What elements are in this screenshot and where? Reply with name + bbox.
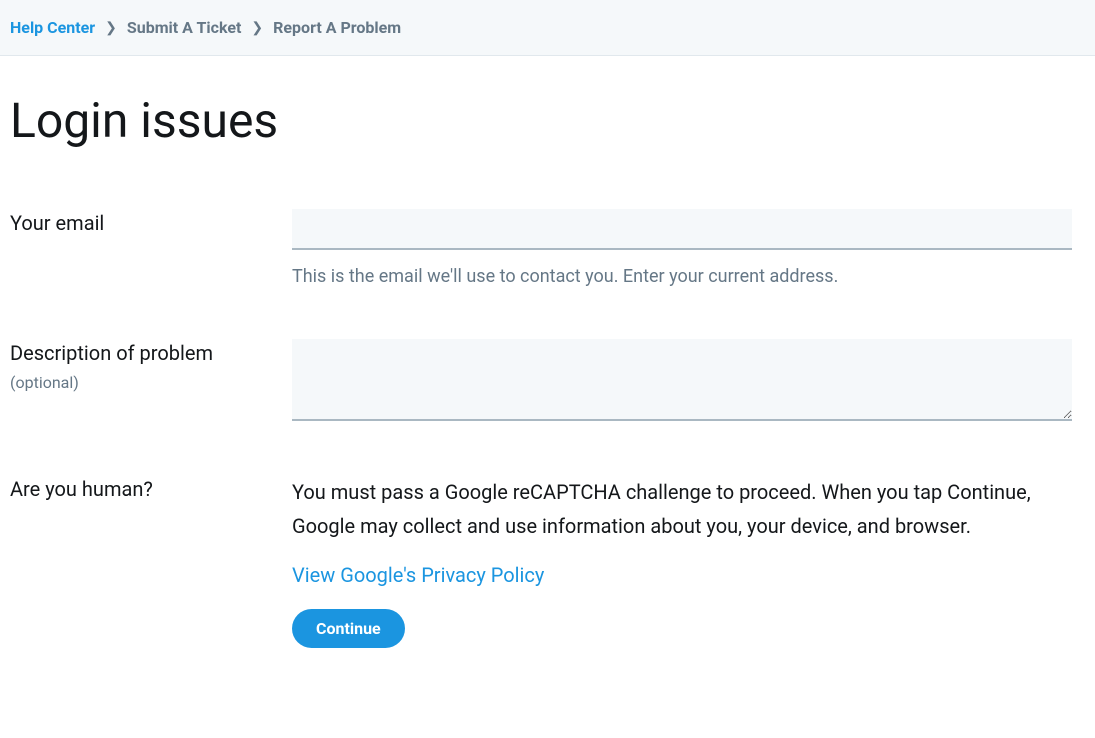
email-row: Your email This is the email we'll use t…	[10, 209, 1085, 289]
breadcrumb-report-problem: Report A Problem	[273, 18, 401, 37]
description-textarea[interactable]	[292, 339, 1072, 421]
chevron-right-icon: ❯	[105, 20, 117, 36]
description-label: Description of problem	[10, 339, 292, 367]
description-optional-label: (optional)	[10, 373, 292, 392]
breadcrumb-help-center[interactable]: Help Center	[10, 18, 95, 37]
chevron-right-icon: ❯	[251, 20, 263, 36]
email-help-text: This is the email we'll use to contact y…	[292, 264, 1072, 289]
email-label: Your email	[10, 209, 292, 237]
breadcrumb-submit-ticket: Submit A Ticket	[127, 18, 242, 37]
breadcrumb: Help Center ❯ Submit A Ticket ❯ Report A…	[0, 0, 1095, 56]
continue-button[interactable]: Continue	[292, 609, 405, 648]
page-title: Login issues	[10, 92, 1085, 149]
captcha-row: Are you human? You must pass a Google re…	[10, 475, 1085, 648]
captcha-label: Are you human?	[10, 475, 292, 503]
captcha-description: You must pass a Google reCAPTCHA challen…	[292, 475, 1072, 543]
description-row: Description of problem (optional)	[10, 339, 1085, 425]
email-input[interactable]	[292, 209, 1072, 250]
main-content: Login issues Your email This is the emai…	[0, 92, 1095, 648]
privacy-policy-link[interactable]: View Google's Privacy Policy	[292, 563, 544, 587]
